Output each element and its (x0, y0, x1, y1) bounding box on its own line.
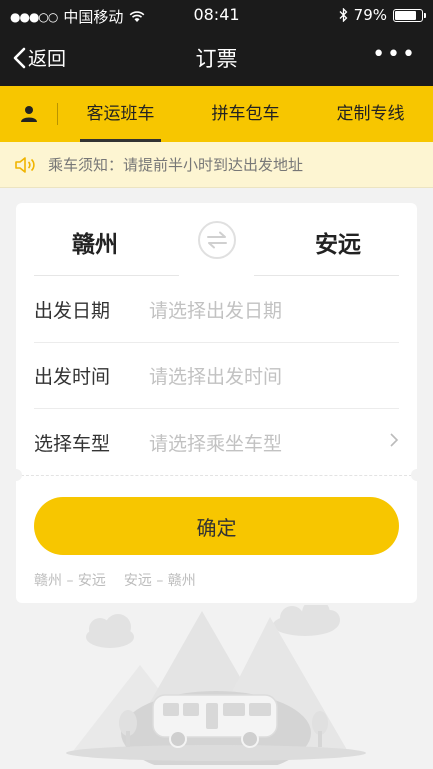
notice-text: 乘车须知：请提前半小时到达出发地址 (48, 156, 304, 174)
swap-cities-button[interactable] (198, 221, 236, 259)
user-button[interactable] (0, 103, 58, 125)
vehicle-type-label: 选择车型 (34, 432, 111, 455)
swap-icon (207, 231, 227, 249)
tab-intercity-bus[interactable]: 客运班车 (58, 86, 183, 142)
bus-landscape-illustration (66, 605, 366, 765)
dashed-divider (16, 475, 417, 476)
tab-bar: 客运班车 拼车包车 定制专线 (0, 86, 433, 142)
page-title: 订票 (195, 47, 238, 71)
booking-card: 赣州 安远 出发日期 请选择出发日期 出发时间 请选择出发时间 选择车型 请选择… (10, 203, 423, 603)
departure-date-label: 出发日期 (34, 300, 111, 322)
ticket-notch (10, 469, 22, 481)
departure-date-placeholder: 请选择出发日期 (149, 300, 283, 322)
more-menu-button[interactable]: ••• (372, 42, 417, 67)
confirm-button[interactable]: 确定 (34, 497, 399, 555)
nav-bar: 返回 订票 ••• (0, 30, 433, 86)
recent-route-item[interactable]: 安远 – 赣州 (124, 570, 196, 590)
chevron-right-icon (379, 432, 399, 452)
bluetooth-icon (339, 8, 348, 22)
departure-time-placeholder: 请选择出发时间 (149, 366, 283, 388)
speaker-icon (15, 156, 35, 173)
battery-icon (393, 8, 426, 22)
departure-time-field[interactable]: 出发时间 请选择出发时间 (34, 343, 399, 409)
divider (34, 275, 179, 276)
battery-percent: 79% (353, 6, 387, 24)
divider (254, 275, 399, 276)
route-selector: 赣州 安远 (16, 203, 417, 277)
status-bar: ●●●○○ 中国移动 08:41 79% (0, 0, 433, 30)
arrival-city[interactable]: 安远 (315, 225, 361, 259)
recent-routes: 赣州 – 安远 安远 – 赣州 (34, 570, 196, 590)
recent-route-item[interactable]: 赣州 – 安远 (34, 570, 106, 590)
notice-bar: 乘车须知：请提前半小时到达出发地址 (0, 142, 433, 188)
departure-time-label: 出发时间 (34, 366, 111, 388)
user-icon (20, 106, 37, 122)
departure-city[interactable]: 赣州 (72, 225, 118, 259)
tab-carpool-charter[interactable]: 拼车包车 (183, 86, 308, 142)
vehicle-type-field[interactable]: 选择车型 请选择乘坐车型 (34, 409, 399, 475)
departure-date-field[interactable]: 出发日期 请选择出发日期 (34, 277, 399, 343)
tab-custom-line[interactable]: 定制专线 (308, 86, 433, 142)
ticket-notch (411, 469, 423, 481)
vehicle-type-placeholder: 请选择乘坐车型 (149, 432, 283, 455)
